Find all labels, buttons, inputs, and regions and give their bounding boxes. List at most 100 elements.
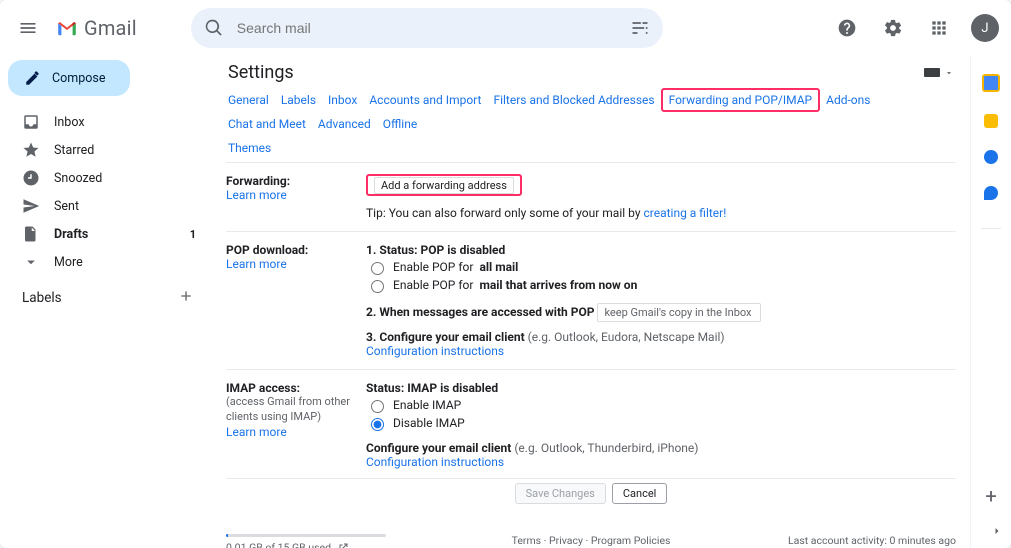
pop-config-link[interactable]: Configuration instructions (366, 344, 504, 358)
plus-icon (178, 288, 194, 304)
keyboard-icon (924, 68, 940, 77)
contacts-app-icon[interactable] (984, 186, 998, 200)
footer-privacy[interactable]: Privacy (549, 534, 583, 547)
nav-drafts[interactable]: Drafts 1 (8, 220, 206, 248)
tab-accounts[interactable]: Accounts and Import (369, 93, 481, 107)
chevron-right-icon (991, 525, 1003, 537)
nav-inbox[interactable]: Inbox (8, 108, 206, 136)
nav-label: Snoozed (54, 171, 102, 186)
tab-general[interactable]: General (228, 93, 269, 107)
tab-addons[interactable]: Add-ons (826, 93, 870, 107)
pop-enable-all-radio[interactable] (371, 262, 384, 275)
cancel-button[interactable]: Cancel (612, 483, 667, 504)
calendar-app-icon[interactable] (982, 74, 1000, 92)
side-panel-divider (981, 228, 1001, 229)
search-button[interactable] (197, 11, 231, 45)
pop-learn-more[interactable]: Learn more (226, 257, 287, 271)
pop-enable-now-radio[interactable] (371, 280, 384, 293)
forwarding-learn-more[interactable]: Learn more (226, 188, 287, 202)
side-panel-collapse-button[interactable] (991, 525, 1003, 540)
nav-starred[interactable]: Starred (8, 136, 206, 164)
pop-step3-label: 3. Configure your email client (366, 330, 528, 344)
gmail-logo-icon (56, 20, 78, 36)
hamburger-icon (18, 18, 38, 38)
forwarding-tip-text: Tip: You can also forward only some of y… (366, 206, 643, 220)
drafts-count: 1 (190, 228, 196, 241)
brand[interactable]: Gmail (56, 16, 137, 40)
settings-panel: Settings General Labels Inbox Accounts a… (212, 56, 970, 548)
settings-button[interactable] (873, 8, 913, 48)
pop-all-text: Enable POP for (393, 260, 473, 274)
nav-more[interactable]: More (8, 248, 206, 276)
tab-offline[interactable]: Offline (383, 117, 417, 131)
add-label-button[interactable] (178, 288, 194, 308)
pop-enable-all[interactable]: Enable POP for all mail (366, 259, 956, 275)
imap-disable-label: Disable IMAP (393, 416, 465, 430)
imap-status-value: IMAP is disabled (407, 381, 498, 395)
add-forwarding-address-highlight: Add a forwarding address (366, 174, 522, 196)
imap-disable[interactable]: Disable IMAP (366, 415, 956, 431)
brand-name: Gmail (84, 16, 137, 40)
imap-config-link[interactable]: Configuration instructions (366, 455, 504, 469)
get-addons-button[interactable]: + (985, 484, 996, 508)
storage-bar (226, 534, 386, 537)
main-menu-button[interactable] (8, 8, 48, 48)
pop-status-value: POP is disabled (421, 243, 506, 257)
imap-enable-label: Enable IMAP (393, 398, 461, 412)
footer-terms[interactable]: Terms (512, 534, 542, 547)
tab-chat-meet[interactable]: Chat and Meet (228, 117, 306, 131)
header: Gmail J (0, 0, 1011, 56)
imap-learn-more[interactable]: Learn more (226, 425, 287, 439)
imap-enable-radio[interactable] (371, 400, 384, 413)
settings-tabs: General Labels Inbox Accounts and Import… (226, 89, 956, 161)
forwarding-title: Forwarding: (226, 174, 360, 188)
search-bar[interactable] (191, 8, 663, 48)
tab-themes[interactable]: Themes (228, 141, 954, 155)
nav-label: Sent (54, 199, 79, 214)
draft-icon (22, 225, 40, 243)
account-avatar[interactable]: J (971, 14, 999, 42)
nav-label: More (54, 255, 83, 270)
pop-all-bold: all mail (479, 260, 518, 274)
pop-now-text: Enable POP for (393, 278, 473, 292)
open-in-new-icon[interactable] (337, 542, 349, 548)
imap-title: IMAP access: (226, 381, 360, 395)
section-pop: POP download: Learn more 1. Status: POP … (226, 240, 956, 361)
tab-labels[interactable]: Labels (281, 93, 316, 107)
tab-forwarding-pop-imap[interactable]: Forwarding and POP/IMAP (661, 88, 821, 112)
help-icon (837, 18, 857, 38)
support-button[interactable] (827, 8, 867, 48)
keep-app-icon[interactable] (984, 114, 998, 128)
pop-access-select[interactable]: keep Gmail's copy in the Inbox (597, 303, 761, 322)
search-icon (204, 18, 224, 38)
tasks-app-icon[interactable] (984, 150, 998, 164)
nav-snoozed[interactable]: Snoozed (8, 164, 206, 192)
search-options-button[interactable] (623, 11, 657, 45)
sidebar: Compose Inbox Starred Snoozed Sent Draft… (0, 56, 212, 548)
nav-sent[interactable]: Sent (8, 192, 206, 220)
tab-advanced[interactable]: Advanced (318, 117, 371, 131)
pop-enable-now[interactable]: Enable POP for mail that arrives from no… (366, 277, 956, 293)
create-filter-link[interactable]: creating a filter! (643, 206, 726, 220)
imap-enable[interactable]: Enable IMAP (366, 397, 956, 413)
search-input[interactable] (231, 12, 623, 44)
labels-heading: Labels (8, 276, 206, 314)
tab-inbox[interactable]: Inbox (328, 93, 357, 107)
pop-step3-muted: (e.g. Outlook, Eudora, Netscape Mail) (528, 330, 725, 344)
footer-policies[interactable]: Program Policies (591, 534, 671, 547)
tab-filters[interactable]: Filters and Blocked Addresses (493, 93, 654, 107)
apps-grid-icon (929, 18, 949, 38)
input-tools-button[interactable] (924, 68, 954, 78)
nav-label: Drafts (54, 227, 88, 242)
compose-button[interactable]: Compose (8, 60, 130, 96)
add-forwarding-address-button[interactable]: Add a forwarding address (374, 177, 514, 194)
compose-label: Compose (52, 71, 105, 86)
clock-icon (22, 169, 40, 187)
imap-disable-radio[interactable] (371, 418, 384, 431)
pencil-icon (24, 69, 42, 87)
chevron-down-icon (944, 68, 954, 78)
inbox-icon (22, 113, 40, 131)
apps-button[interactable] (919, 8, 959, 48)
star-icon (22, 141, 40, 159)
pop-step2-label: 2. When messages are accessed with POP (366, 305, 594, 319)
